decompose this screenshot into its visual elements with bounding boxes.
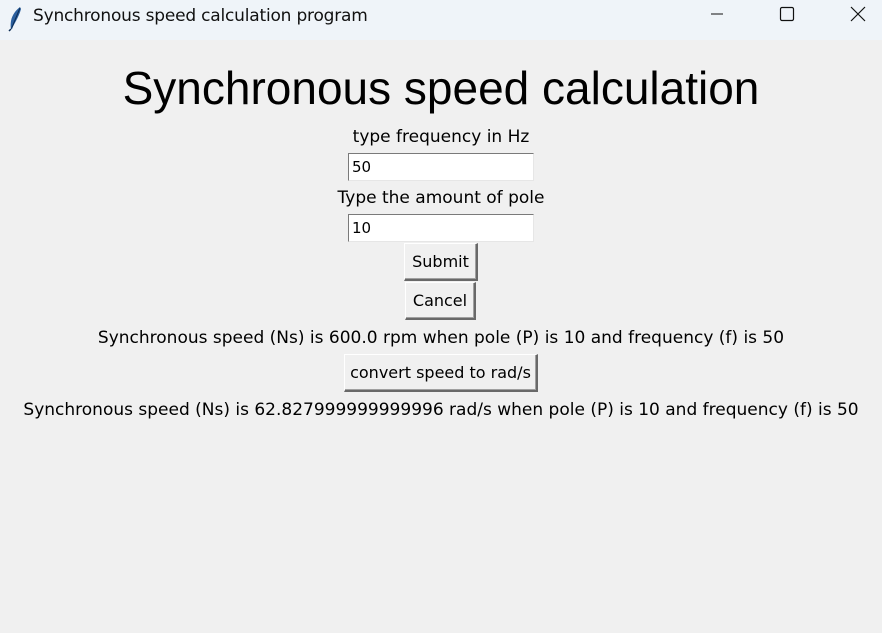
submit-button[interactable]: Submit bbox=[404, 243, 478, 281]
pole-label: Type the amount of pole bbox=[337, 188, 545, 208]
title-bar[interactable]: Synchronous speed calculation program bbox=[0, 0, 882, 40]
convert-button[interactable]: convert speed to rad/s bbox=[344, 354, 538, 392]
close-icon bbox=[850, 6, 866, 26]
frequency-label: type frequency in Hz bbox=[352, 127, 530, 147]
maximize-button[interactable] bbox=[764, 0, 810, 32]
minimize-icon bbox=[709, 6, 725, 26]
app-window: Synchronous speed calculation program Sy… bbox=[0, 0, 882, 633]
page-heading: Synchronous speed calculation bbox=[122, 62, 760, 114]
feather-icon bbox=[7, 6, 23, 32]
pole-input[interactable] bbox=[348, 214, 534, 242]
maximize-icon bbox=[779, 6, 795, 26]
frequency-input[interactable] bbox=[348, 153, 534, 181]
minimize-button[interactable] bbox=[694, 0, 740, 32]
close-button[interactable] bbox=[835, 0, 881, 32]
window-title: Synchronous speed calculation program bbox=[33, 6, 368, 26]
cancel-button[interactable]: Cancel bbox=[405, 282, 476, 320]
rads-result-text: Synchronous speed (Ns) is 62.82799999999… bbox=[23, 400, 859, 420]
rpm-result-text: Synchronous speed (Ns) is 600.0 rpm when… bbox=[97, 328, 785, 348]
